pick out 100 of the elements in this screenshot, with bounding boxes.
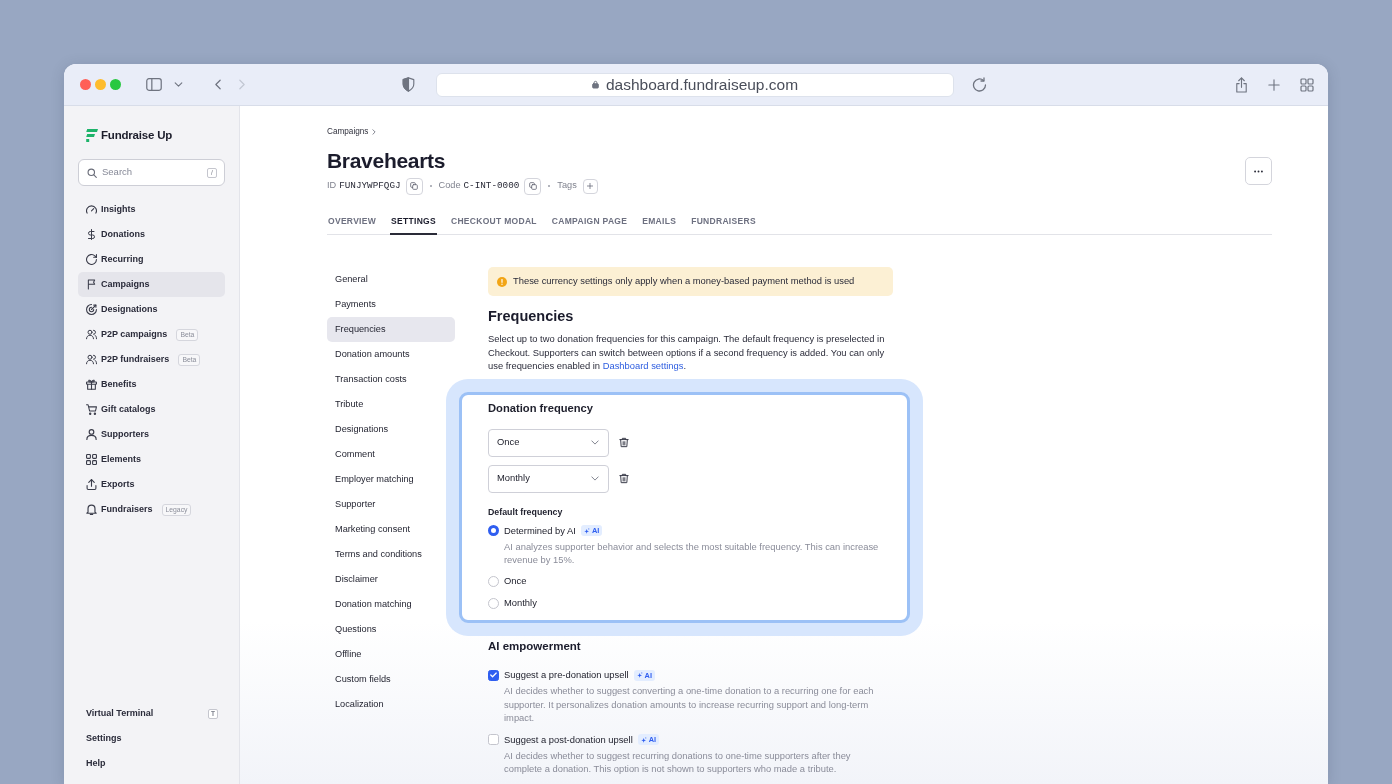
gauge-icon — [86, 204, 97, 215]
tab[interactable]: FUNDRAISERS — [690, 211, 757, 235]
settings-nav-item[interactable]: Transaction costs — [327, 367, 415, 392]
settings-nav-item[interactable]: Tribute — [327, 392, 372, 417]
option-description: AI analyzes supporter behavior and selects the most suitable frequency. This can increase revenue by 15%. — [504, 539, 880, 567]
sidebar-item[interactable]: Recurring — [78, 247, 225, 272]
frequency-select[interactable]: Monthly — [488, 464, 609, 493]
campaign-id: FUNJYWPFQGJ — [339, 179, 401, 193]
checkbox[interactable] — [488, 669, 499, 681]
share-icon[interactable] — [1235, 76, 1248, 93]
copy-button[interactable] — [405, 177, 423, 195]
sidebar-item[interactable]: Exports — [78, 472, 225, 497]
cart-icon — [86, 404, 97, 415]
grid-icon — [86, 454, 97, 465]
users-icon — [86, 354, 97, 365]
chevron-right-icon — [372, 129, 377, 135]
settings-nav-item[interactable]: Supporter — [327, 492, 384, 517]
refresh-icon — [86, 254, 97, 265]
option-description: AI decides whether to suggest recurring donations to one-time supporters after they complete a donation. This option is not shown to supporters who made a tribute. — [504, 748, 852, 776]
trash-icon[interactable] — [619, 473, 629, 484]
tab-grid-icon[interactable] — [1300, 77, 1314, 92]
radio-button[interactable] — [488, 575, 499, 587]
settings-nav-item[interactable]: General — [327, 267, 376, 292]
radio-button[interactable] — [488, 525, 499, 536]
settings-nav-item[interactable]: Donation amounts — [327, 342, 418, 367]
settings-nav-item[interactable]: Employer matching — [327, 467, 422, 492]
new-tab-plus-icon[interactable] — [1268, 78, 1280, 91]
more-button[interactable] — [1245, 157, 1272, 185]
plus-icon — [587, 183, 594, 189]
sidebar-item[interactable]: Donations — [78, 222, 225, 247]
sidebar-item[interactable]: Supporters — [78, 422, 225, 447]
address-bar[interactable]: dashboard.fundraiseup.com — [436, 72, 954, 97]
option-label: Suggest a post-donation upsell — [504, 732, 633, 747]
option-label: Once — [504, 574, 527, 589]
sidebar-item[interactable]: Elements — [78, 447, 225, 472]
zoom-dot-icon[interactable] — [110, 79, 121, 90]
logo-icon — [86, 128, 98, 142]
settings-nav-item[interactable]: Frequencies — [327, 317, 455, 342]
card-title: Donation frequency — [488, 400, 595, 415]
page-title: Bravehearts — [327, 148, 447, 174]
settings-nav-item[interactable]: Marketing consent — [327, 517, 419, 542]
reload-icon[interactable] — [972, 77, 987, 92]
check-icon — [490, 672, 497, 679]
radio-button[interactable] — [488, 597, 499, 609]
upload-icon — [86, 479, 97, 490]
option-label: Determined by AI — [504, 523, 576, 538]
copy-button[interactable] — [524, 177, 542, 195]
chevron-down-icon — [591, 476, 599, 481]
search-icon — [87, 167, 97, 178]
sidebar-item[interactable]: Insights — [78, 197, 225, 222]
breadcrumb-link[interactable]: Campaigns — [327, 126, 369, 138]
bell-icon — [86, 504, 97, 515]
settings-nav-item[interactable]: Designations — [327, 417, 397, 442]
settings-nav-item[interactable]: Localization — [327, 692, 392, 717]
campaign-code: C-INT-0000 — [463, 179, 520, 193]
settings-nav-item[interactable]: Payments — [327, 292, 384, 317]
settings-nav-item[interactable]: Offline — [327, 642, 370, 667]
gift-icon — [86, 379, 97, 390]
field-label: Default frequency — [488, 505, 564, 518]
search-input[interactable]: Search — [102, 165, 207, 180]
sparkle-icon — [636, 672, 643, 679]
sidebar-item[interactable]: Help — [78, 751, 225, 776]
sparkle-icon — [640, 736, 647, 743]
sidebar-item[interactable]: Campaigns — [78, 272, 225, 297]
close-dot-icon[interactable] — [80, 79, 91, 90]
users-icon — [86, 329, 97, 340]
checkbox[interactable] — [488, 734, 499, 746]
frequency-select[interactable]: Once — [488, 428, 609, 457]
tab[interactable]: OVERVIEW — [327, 211, 378, 235]
tab[interactable]: EMAILS — [641, 211, 678, 235]
tab[interactable]: CAMPAIGN PAGE — [550, 211, 629, 235]
settings-nav-item[interactable]: Terms and conditions — [327, 542, 430, 567]
warning-icon — [497, 276, 507, 287]
sidebar-item[interactable]: Designations — [78, 297, 225, 322]
sidebar-item[interactable]: Benefits — [78, 372, 225, 397]
flag-icon — [86, 279, 97, 290]
settings-nav-item[interactable]: Disclaimer — [327, 567, 386, 592]
sidebar-toggle-icon[interactable] — [146, 78, 162, 91]
sidebar-item[interactable]: Gift catalogs — [78, 397, 225, 422]
warning-text: These currency settings only apply when a money-based payment method is used — [513, 274, 855, 289]
user-icon — [86, 429, 97, 440]
tab[interactable]: SETTINGS — [390, 211, 437, 235]
settings-nav-item[interactable]: Donation matching — [327, 592, 420, 617]
id-label: ID — [327, 179, 337, 193]
chevron-down-icon[interactable] — [174, 82, 183, 87]
tab[interactable]: CHECKOUT MODAL — [449, 211, 538, 235]
settings-nav-item[interactable]: Custom fields — [327, 667, 399, 692]
target-icon — [86, 304, 97, 315]
trash-icon[interactable] — [619, 437, 629, 448]
sidebar-item[interactable]: Settings — [78, 726, 225, 751]
add-tag-button[interactable] — [582, 178, 598, 194]
settings-nav-item[interactable]: Comment — [327, 442, 383, 467]
shield-icon[interactable] — [402, 77, 415, 92]
option-label: Suggest a pre-donation upsell — [504, 668, 629, 683]
minimize-dot-icon[interactable] — [95, 79, 106, 90]
chevron-down-icon — [591, 440, 599, 445]
lock-icon — [591, 80, 599, 89]
tags-label: Tags — [557, 179, 577, 193]
code-label: Code — [438, 179, 461, 193]
settings-nav-item[interactable]: Questions — [327, 617, 385, 642]
